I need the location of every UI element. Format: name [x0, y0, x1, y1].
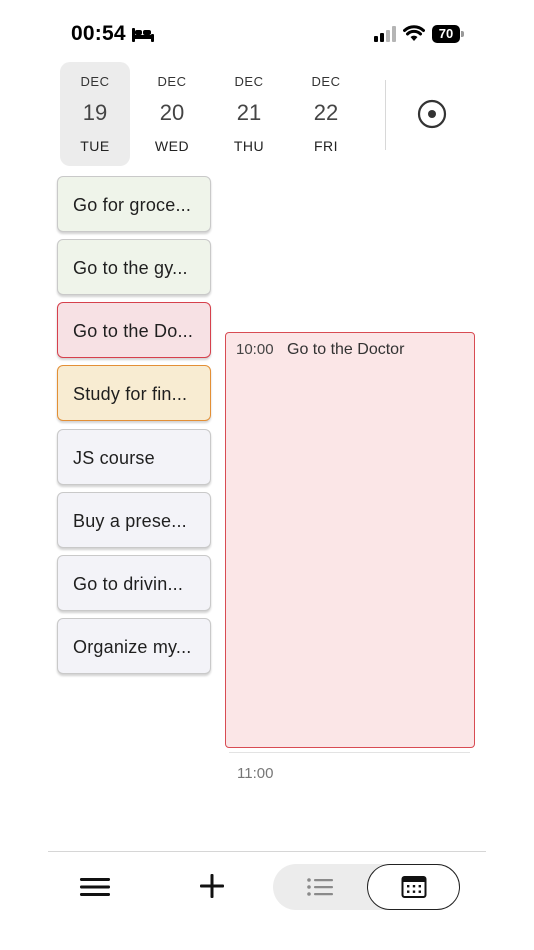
menu-button[interactable]	[78, 872, 112, 902]
day-month: DEC	[157, 74, 187, 89]
task-item[interactable]: Go to the gy...	[57, 239, 211, 295]
battery-level: 70	[432, 25, 460, 43]
wifi-icon	[403, 24, 425, 42]
calendar-view-icon	[401, 876, 426, 898]
status-time: 00:54	[71, 22, 126, 45]
menu-icon	[80, 878, 110, 896]
header-divider	[385, 80, 386, 150]
list-view-button[interactable]	[273, 864, 367, 910]
task-item[interactable]: Buy a prese...	[57, 492, 211, 548]
task-item[interactable]: Go for groce...	[57, 176, 211, 232]
day-number: 22	[313, 100, 339, 125]
day-month: DEC	[234, 74, 264, 89]
task-item[interactable]: Go to the Do...	[57, 302, 211, 358]
calendar-view-button[interactable]	[367, 864, 460, 910]
signal-icon	[374, 26, 398, 42]
today-button[interactable]	[414, 96, 450, 132]
day-column-22[interactable]: DEC 22 FRI	[291, 62, 361, 166]
bottom-divider	[48, 851, 486, 852]
task-item[interactable]: Study for fin...	[57, 365, 211, 421]
event-time: 10:00	[236, 341, 274, 358]
day-weekday: THU	[233, 138, 265, 154]
day-column-21[interactable]: DEC 21 THU	[214, 62, 284, 166]
day-month: DEC	[311, 74, 341, 89]
add-button[interactable]	[196, 869, 228, 903]
day-column-20[interactable]: DEC 20 WED	[137, 62, 207, 166]
day-number: 19	[82, 100, 108, 125]
plus-icon	[200, 874, 224, 898]
day-weekday: WED	[154, 138, 190, 154]
list-view-icon	[307, 878, 333, 896]
hour-label: 11:00	[237, 765, 274, 782]
view-toggle	[273, 864, 460, 910]
day-weekday: FRI	[313, 138, 339, 154]
day-number: 21	[236, 100, 262, 125]
day-month: DEC	[80, 74, 110, 89]
task-item[interactable]: Organize my...	[57, 618, 211, 674]
calendar-event[interactable]: 10:00 Go to the Doctor	[225, 332, 475, 748]
battery-icon: 70	[432, 25, 464, 43]
bed-icon	[132, 26, 154, 42]
task-item[interactable]: JS course	[57, 429, 211, 485]
target-icon	[417, 99, 447, 129]
hour-gridline	[229, 752, 470, 753]
day-weekday: TUE	[80, 138, 110, 154]
status-bar: 00:54 70	[0, 0, 534, 60]
event-title: Go to the Doctor	[287, 341, 405, 358]
task-item[interactable]: Go to drivin...	[57, 555, 211, 611]
day-column-19[interactable]: DEC 19 TUE	[60, 62, 130, 166]
day-number: 20	[159, 100, 185, 125]
